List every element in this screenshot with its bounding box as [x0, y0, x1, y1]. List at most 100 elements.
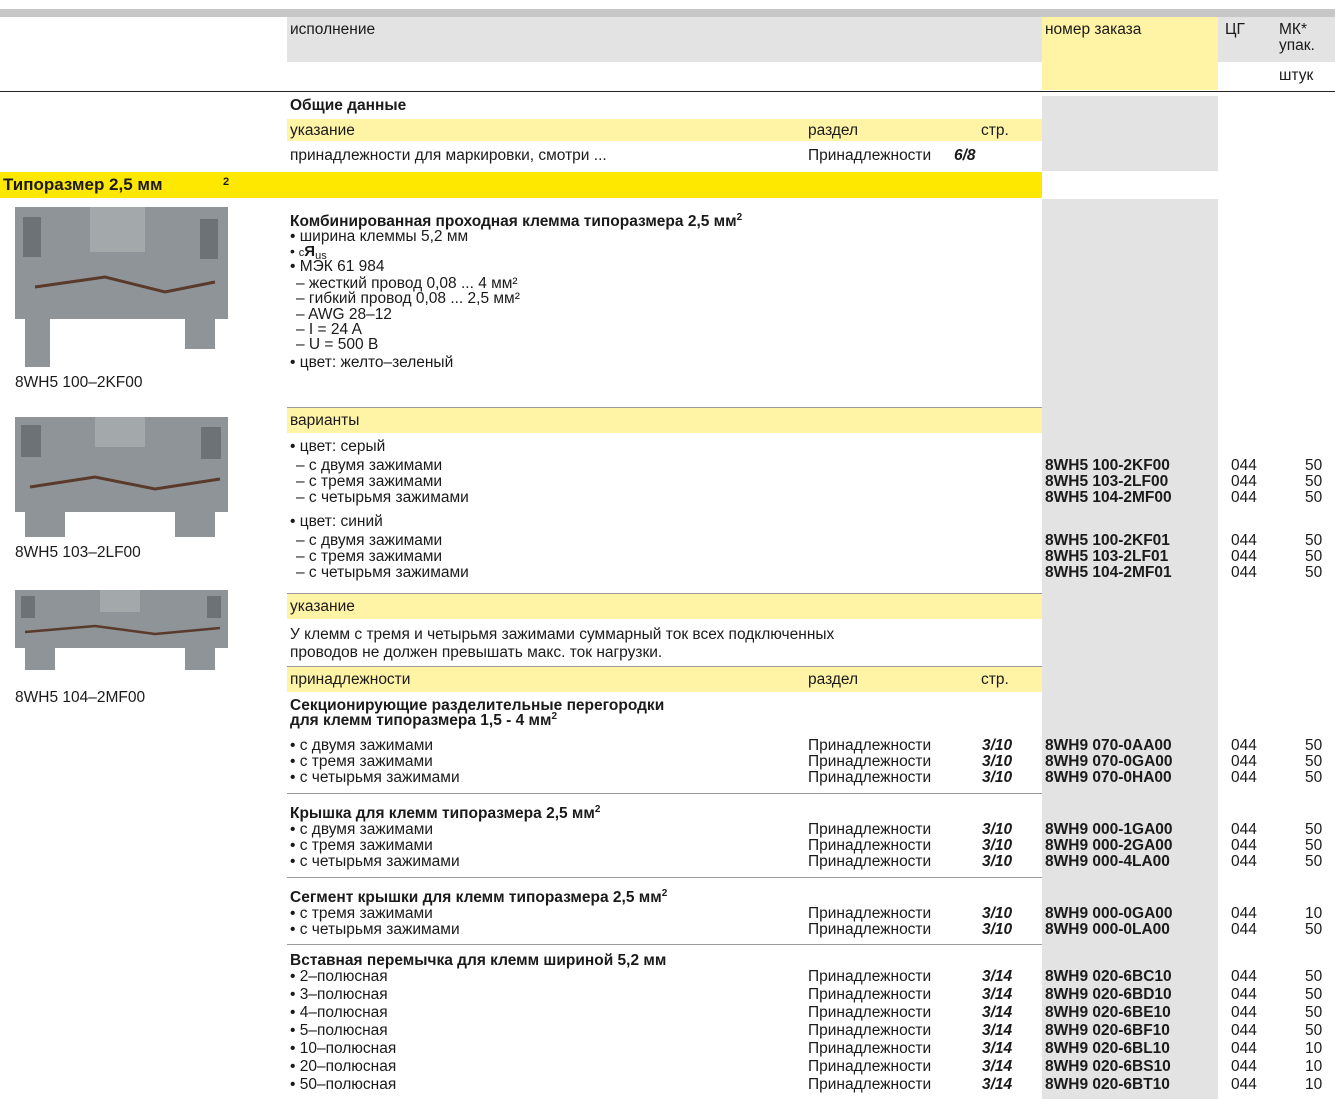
acc-section: Принадлежности — [808, 921, 932, 938]
acc-text: • с четырьмя зажимами — [290, 769, 460, 786]
acc-text: • с тремя зажимами — [290, 753, 433, 770]
variant-text: – с тремя зажимами — [296, 473, 443, 490]
variant-text: – с двумя зажимами — [296, 457, 443, 474]
general-section-label: раздел — [808, 122, 859, 139]
acc-qty: 50 — [1305, 821, 1323, 838]
acc-order: 8WH9 070-0AA00 — [1045, 737, 1172, 754]
acc-order: 8WH9 020-6BS10 — [1045, 1058, 1171, 1075]
acc-section: Принадлежности — [808, 853, 932, 870]
acc-section: Принадлежности — [808, 905, 932, 922]
acc-text: • с двумя зажимами — [290, 737, 434, 754]
acc-page: 3/10 — [982, 905, 1013, 922]
note-line-1: У клемм с тремя и четырьмя зажимами сумм… — [290, 626, 835, 643]
acc-order: 8WH9 000-0GA00 — [1045, 905, 1173, 922]
acc-text: • с тремя зажимами — [290, 837, 433, 854]
acc-section: Принадлежности — [808, 968, 932, 985]
acc-qty: 50 — [1305, 769, 1323, 786]
general-page-label: стр. — [981, 122, 1009, 139]
acc-qty: 50 — [1305, 737, 1323, 754]
acc-text: • 10–полюсная — [290, 1040, 397, 1057]
acc-order: 8WH9 000-4LA00 — [1045, 853, 1170, 870]
acc-group-title: Крышка для клемм типоразмера 2,5 мм2 — [290, 804, 601, 822]
variants-bar — [287, 408, 1042, 433]
acc-qty: 50 — [1305, 837, 1323, 854]
acc-page: 3/10 — [982, 821, 1013, 838]
header-unit: штук — [1279, 67, 1314, 84]
acc-text: • с двумя зажимами — [290, 821, 434, 838]
variant-order: 8WH5 100-2KF00 — [1045, 457, 1170, 474]
acc-order: 8WH9 000-0LA00 — [1045, 921, 1170, 938]
acc-text: • 3–полюсная — [290, 986, 388, 1003]
header-mk-pack: упак. — [1279, 37, 1315, 54]
general-row-section: Принадлежности — [808, 147, 932, 164]
acc-qty: 50 — [1305, 1004, 1323, 1021]
acc-group-title-2: для клемм типоразмера 1,5 - 4 мм2 — [290, 711, 558, 729]
header-mk: МК* — [1279, 21, 1307, 38]
acc-pg: 044 — [1231, 821, 1257, 838]
variants-color-gray: • цвет: серый — [290, 438, 386, 455]
variants-color-blue: • цвет: синий — [290, 513, 383, 530]
acc-page: 3/14 — [982, 1058, 1013, 1075]
variant-qty: 50 — [1305, 473, 1323, 490]
product-caption-2: 8WH5 103–2LF00 — [15, 544, 141, 561]
acc-text: • с четырьмя зажимами — [290, 921, 460, 938]
variant-order: 8WH5 103-2LF00 — [1045, 473, 1169, 490]
acc-page: 3/14 — [982, 1040, 1013, 1057]
acc-group-title-text: Крышка для клемм типоразмера 2,5 мм — [290, 805, 595, 822]
variant-qty: 50 — [1305, 489, 1323, 506]
header-price-group: ЦГ — [1225, 21, 1245, 38]
header-rule — [0, 91, 1335, 92]
spec-line: – U = 500 В — [296, 336, 379, 354]
variant-qty: 50 — [1305, 457, 1323, 474]
size-banner-text: Типоразмер 2,5 мм — [3, 175, 163, 194]
acc-text: • с тремя зажимами — [290, 905, 433, 922]
acc-section: Принадлежности — [808, 821, 932, 838]
acc-qty: 10 — [1305, 1058, 1323, 1075]
variants-label: варианты — [290, 412, 360, 429]
acc-section: Принадлежности — [808, 1004, 932, 1021]
acc-group-sup: 2 — [594, 804, 601, 815]
acc-group-title: Вставная перемычка для клемм шириной 5,2… — [290, 952, 667, 969]
acc-group-sup: 2 — [551, 711, 558, 722]
variant-pg: 044 — [1231, 489, 1257, 506]
product-image-3 — [15, 590, 228, 670]
acc-pg: 044 — [1231, 1022, 1257, 1039]
acc-text: • 4–полюсная — [290, 1004, 388, 1021]
note-line-2: проводов не должен превышать макс. ток н… — [290, 644, 663, 661]
spec-line: • ширина клеммы 5,2 мм — [290, 228, 469, 245]
variant-order: 8WH5 104-2MF00 — [1045, 489, 1172, 506]
variant-order: 8WH5 104-2MF01 — [1045, 564, 1172, 581]
acc-text: • 50–полюсная — [290, 1076, 397, 1093]
acc-qty: 10 — [1305, 1040, 1323, 1057]
acc-page: 3/14 — [982, 968, 1013, 985]
acc-section: Принадлежности — [808, 769, 932, 786]
accessories-section-label: раздел — [808, 671, 859, 688]
acc-page: 3/14 — [982, 1022, 1013, 1039]
acc-section: Принадлежности — [808, 1022, 932, 1039]
acc-pg: 044 — [1231, 1058, 1257, 1075]
acc-pg: 044 — [1231, 1076, 1257, 1093]
size-banner-sup: 2 — [223, 176, 230, 188]
variant-pg: 044 — [1231, 473, 1257, 490]
acc-qty: 50 — [1305, 853, 1323, 870]
order-column-bg-top — [1042, 96, 1218, 171]
variant-text: – с двумя зажимами — [296, 532, 443, 549]
acc-pg: 044 — [1231, 837, 1257, 854]
order-column-bg — [1042, 199, 1218, 1099]
acc-group-title: Сегмент крышки для клемм типоразмера 2,5… — [290, 888, 668, 906]
accessories-label: принадлежности — [290, 671, 411, 688]
acc-pg: 044 — [1231, 1040, 1257, 1057]
acc-section: Принадлежности — [808, 737, 932, 754]
header-design: исполнение — [290, 21, 376, 38]
acc-order: 8WH9 020-6BT10 — [1045, 1076, 1170, 1093]
acc-group-sup: 2 — [661, 888, 668, 899]
variant-pg: 044 — [1231, 532, 1257, 549]
variant-pg: 044 — [1231, 548, 1257, 565]
acc-group-rule — [287, 944, 1042, 945]
variant-qty: 50 — [1305, 564, 1323, 581]
acc-qty: 50 — [1305, 968, 1323, 985]
variant-qty: 50 — [1305, 532, 1323, 549]
general-note-label: указание — [290, 122, 355, 139]
spec-line: – гибкий провод 0,08 ... 2,5 мм² — [296, 290, 520, 308]
acc-pg: 044 — [1231, 737, 1257, 754]
